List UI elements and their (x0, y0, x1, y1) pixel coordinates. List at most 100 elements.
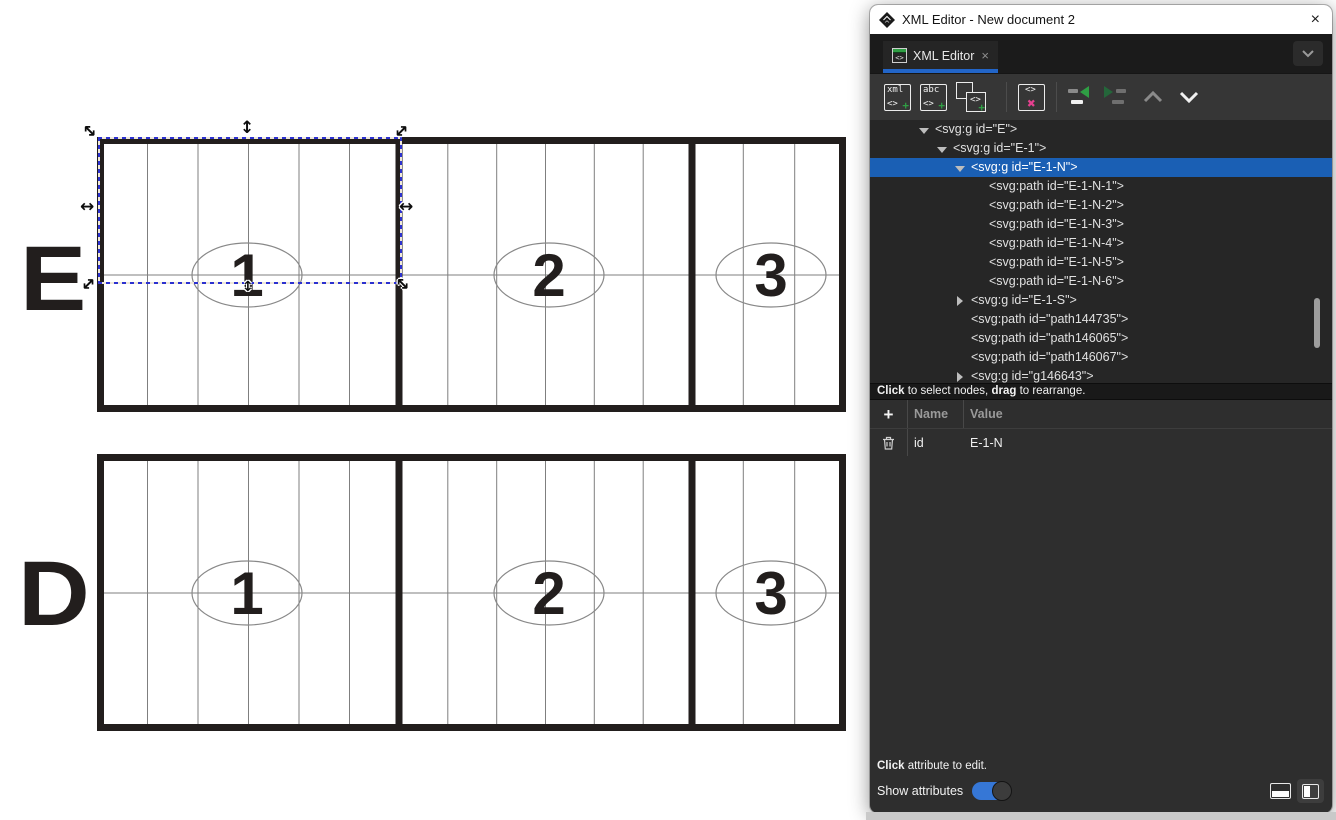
tab-close-icon[interactable]: × (981, 48, 989, 63)
tree-node[interactable]: <svg:path id="E-1-N-1"> (870, 177, 1332, 196)
oval-number[interactable]: 3 (754, 560, 787, 627)
expander-spacer (972, 201, 984, 211)
new-text-node-button[interactable]: abc <> + (920, 84, 947, 111)
dialog-title: XML Editor - New document 2 (902, 12, 1075, 27)
figure-D[interactable]: 1 2 3 (97, 454, 846, 731)
move-node-down-button[interactable] (1176, 88, 1202, 106)
tree-node-label: <svg:g id="E-1"> (953, 139, 1046, 158)
oval-number[interactable]: 3 (754, 242, 787, 309)
tree-node-label: <svg:path id="E-1-N-3"> (989, 215, 1124, 234)
new-element-node-button[interactable]: xml <> + (884, 84, 911, 111)
show-attributes-label: Show attributes (877, 784, 963, 798)
selection-handle-right[interactable]: ↔ (399, 199, 413, 216)
indent-node-button[interactable] (1104, 87, 1130, 107)
tree-node[interactable]: <svg:g id="E-1-N"> (870, 158, 1332, 177)
dialog-titlebar[interactable]: XML Editor - New document 2 × (870, 5, 1332, 34)
tree-node[interactable]: <svg:g id="g146643"> (870, 367, 1332, 383)
attribute-value[interactable]: E-1-N (964, 429, 1332, 456)
xml-editor-dialog: XML Editor - New document 2 × <> XML Edi… (870, 5, 1332, 813)
inkscape-logo-icon (879, 12, 895, 28)
expander-open-icon[interactable] (936, 144, 948, 154)
tree-node[interactable]: <svg:path id="E-1-N-4"> (870, 234, 1332, 253)
delete-x-icon: ✖ (1019, 96, 1044, 112)
move-node-up-button[interactable] (1140, 88, 1166, 106)
tree-node[interactable]: <svg:g id="E"> (870, 120, 1332, 139)
add-attribute-button[interactable]: + (870, 400, 908, 428)
tree-node-label: <svg:path id="path146067"> (971, 348, 1128, 367)
oval-number[interactable]: 2 (532, 560, 565, 627)
xml-toolbar: xml <> + abc <> + <> + <> ✖ (870, 73, 1332, 120)
tree-node-label: <svg:g id="E-1-S"> (971, 291, 1077, 310)
expander-closed-icon[interactable] (954, 296, 966, 306)
tree-node[interactable]: <svg:path id="E-1-N-3"> (870, 215, 1332, 234)
trash-icon (882, 436, 895, 450)
tree-node-label: <svg:g id="E-1-N"> (971, 158, 1078, 177)
tree-node-label: <svg:g id="E"> (935, 120, 1017, 139)
layout-horizontal-split-button[interactable] (1270, 783, 1291, 799)
tree-node-label: <svg:g id="g146643"> (971, 367, 1094, 383)
tab-list-dropdown-button[interactable] (1293, 41, 1323, 66)
tree-node[interactable]: <svg:g id="E-1-S"> (870, 291, 1332, 310)
attributes-header: + Name Value (870, 400, 1332, 429)
tree-node[interactable]: <svg:path id="path144735"> (870, 310, 1332, 329)
expander-open-icon[interactable] (954, 163, 966, 173)
expander-spacer (954, 315, 966, 325)
row-label-E[interactable]: E (20, 233, 86, 325)
tree-node-label: <svg:path id="E-1-N-1"> (989, 177, 1124, 196)
tree-node-label: <svg:path id="path146065"> (971, 329, 1128, 348)
expander-closed-icon[interactable] (954, 372, 966, 382)
tree-node-label: <svg:path id="E-1-N-6"> (989, 272, 1124, 291)
tree-node[interactable]: <svg:path id="path146067"> (870, 348, 1332, 367)
attribute-hint-text: Click attribute to edit. (870, 757, 1332, 775)
tree-node[interactable]: <svg:g id="E-1"> (870, 139, 1332, 158)
tree-node[interactable]: <svg:path id="E-1-N-2"> (870, 196, 1332, 215)
duplicate-node-button[interactable]: <> + (956, 82, 986, 112)
plus-icon: + (884, 406, 894, 423)
show-attributes-toggle[interactable] (972, 782, 1011, 800)
delete-attribute-button[interactable] (870, 429, 908, 456)
xml-editor-tab-icon: <> (892, 48, 907, 63)
figure-E[interactable]: 1 2 3 (97, 137, 846, 412)
expander-spacer (954, 334, 966, 344)
tab-xml-editor[interactable]: <> XML Editor × (883, 41, 998, 73)
oval-number[interactable]: 2 (532, 242, 565, 309)
tree-node-label: <svg:path id="E-1-N-2"> (989, 196, 1124, 215)
tree-node-label: <svg:path id="path144735"> (971, 310, 1128, 329)
expander-spacer (972, 258, 984, 268)
expander-spacer (972, 182, 984, 192)
oval-number[interactable]: 1 (230, 560, 263, 627)
attribute-row[interactable]: idE-1-N (870, 429, 1332, 456)
expander-open-icon[interactable] (918, 125, 930, 135)
tab-label: XML Editor (913, 49, 974, 63)
selection-handle-left[interactable]: ↔ (80, 199, 94, 216)
attributes-empty-area (870, 456, 1332, 757)
expander-spacer (972, 239, 984, 249)
attributes-table: idE-1-N (870, 429, 1332, 456)
tab-active-underline (883, 69, 998, 73)
horizontal-split-icon (1272, 791, 1289, 797)
background-strip (866, 812, 1336, 820)
tree-node[interactable]: <svg:path id="E-1-N-6"> (870, 272, 1332, 291)
row-label-D[interactable]: D (18, 548, 90, 640)
toolbar-separator (1006, 82, 1007, 112)
tree-node[interactable]: <svg:path id="path146065"> (870, 329, 1332, 348)
vertical-split-icon (1302, 784, 1319, 799)
tree-node-label: <svg:path id="E-1-N-5"> (989, 253, 1124, 272)
tree-scrollbar-thumb[interactable] (1314, 298, 1320, 348)
unindent-node-button[interactable] (1068, 87, 1094, 107)
inkscape-window: E D 1 (0, 0, 1336, 820)
oval-number[interactable]: 1 (230, 242, 263, 309)
dialog-footer: Show attributes (870, 775, 1332, 813)
expander-spacer (972, 277, 984, 287)
dialog-tabbar: <> XML Editor × (870, 34, 1332, 73)
dialog-close-icon[interactable]: × (1311, 12, 1320, 28)
delete-node-button[interactable]: <> ✖ (1018, 84, 1045, 111)
layout-vertical-split-button[interactable] (1297, 779, 1324, 803)
toolbar-separator (1056, 82, 1057, 112)
attribute-name[interactable]: id (908, 429, 964, 456)
selection-handle-top[interactable]: ↕ (240, 120, 254, 137)
toggle-knob (992, 781, 1012, 801)
tree-node-label: <svg:path id="E-1-N-4"> (989, 234, 1124, 253)
selection-handle-bottom[interactable]: ↕ (242, 280, 254, 294)
tree-node[interactable]: <svg:path id="E-1-N-5"> (870, 253, 1332, 272)
